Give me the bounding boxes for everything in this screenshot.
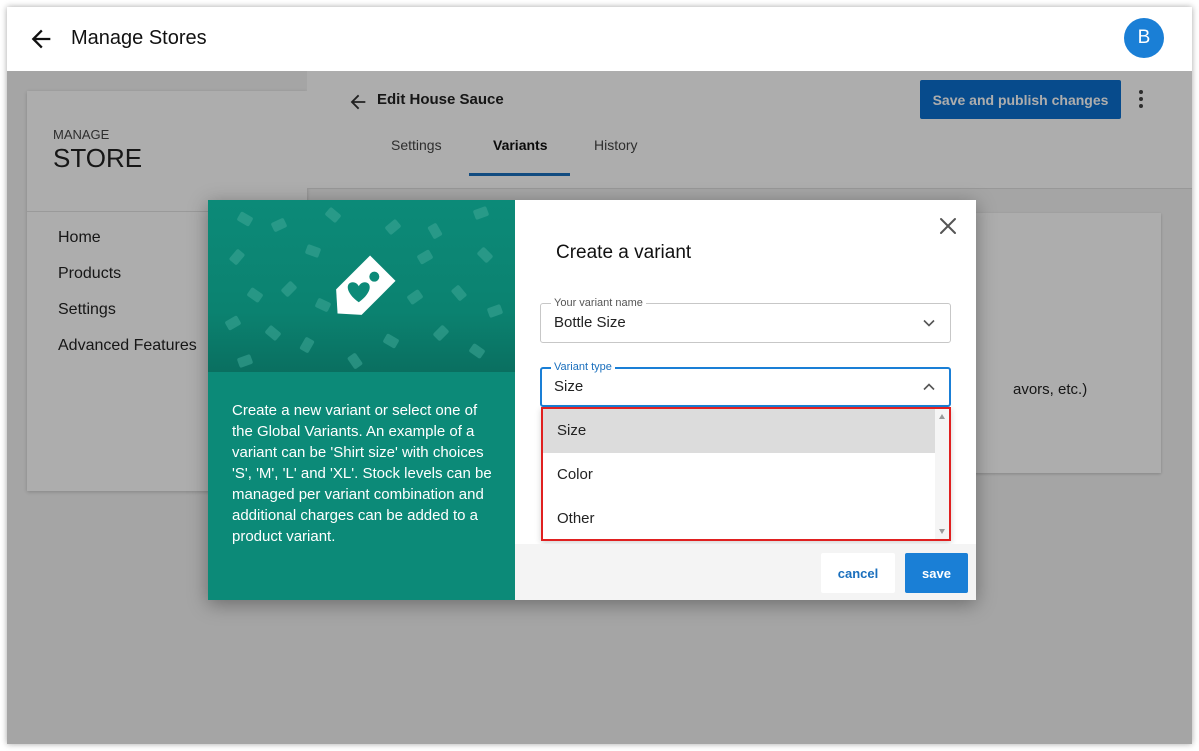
arrow-left-icon[interactable] [27,25,55,53]
tag-pattern-illustration [225,206,503,369]
scroll-down-icon[interactable] [939,529,945,534]
create-variant-dialog: Create a new variant or select one of th… [208,200,976,600]
dialog-info-panel: Create a new variant or select one of th… [208,200,515,600]
option-color[interactable]: Color [543,453,935,497]
option-other[interactable]: Other [543,497,935,539]
save-button[interactable]: save [905,553,968,593]
chevron-up-icon [923,383,935,391]
close-icon[interactable] [938,216,958,236]
dropdown-scrollbar[interactable] [935,409,949,539]
app-title: Manage Stores [71,27,207,49]
dialog-form: Create a variant Your variant name Bottl… [515,200,976,600]
dialog-footer: cancel save [515,544,976,600]
hero-illustration [208,200,515,372]
cancel-button[interactable]: cancel [821,553,895,593]
variant-name-value: Bottle Size [554,314,626,331]
variant-type-select[interactable]: Variant type Size [540,360,951,407]
scroll-up-icon[interactable] [939,414,945,419]
dialog-description: Create a new variant or select one of th… [232,402,492,545]
user-avatar[interactable]: B [1124,18,1164,58]
dialog-title: Create a variant [556,242,692,263]
variant-name-label: Your variant name [551,296,646,310]
chevron-down-icon [923,319,935,327]
app-bar: Manage Stores B [7,7,1192,71]
variant-type-options: Size Color Other [541,407,951,541]
variant-type-value: Size [554,378,584,395]
variant-name-select[interactable]: Your variant name Bottle Size [540,296,951,343]
variant-type-label: Variant type [551,360,615,374]
option-size[interactable]: Size [543,409,935,453]
tag-heart-icon [336,255,396,315]
